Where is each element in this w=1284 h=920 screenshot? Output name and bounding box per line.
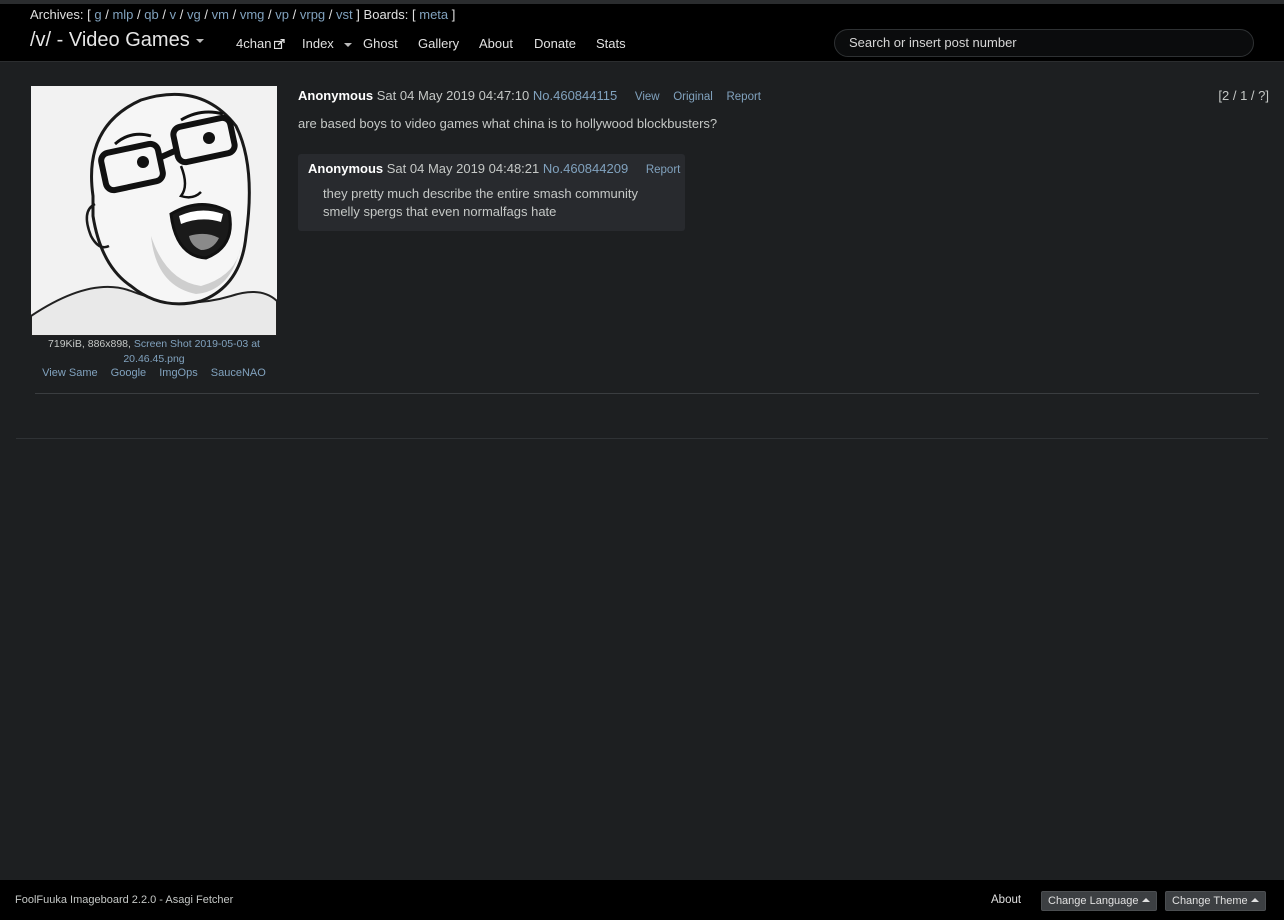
footer-credit: FoolFuuka Imageboard 2.2.0 - Asagi Fetch…	[15, 894, 234, 906]
chevron-down-icon	[195, 38, 204, 43]
archive-link-mlp[interactable]: mlp	[112, 7, 133, 22]
soyjak-face-image	[31, 86, 277, 336]
file-name-link[interactable]: Screen Shot 2019-05-03 at 20.46.45.png	[123, 338, 260, 365]
change-theme-button[interactable]: Change Theme	[1165, 891, 1266, 911]
file-info: 719KiB, 886x898, Screen Shot 2019-05-03 …	[31, 337, 277, 367]
footer-about-link[interactable]: About	[991, 894, 1021, 906]
nav-stats[interactable]: Stats	[596, 36, 626, 51]
chevron-up-icon	[1250, 898, 1259, 903]
board-title-dropdown[interactable]: /v/ - Video Games	[30, 29, 204, 52]
thread-stats-counter: [2 / 1 / ?]	[1218, 88, 1269, 103]
op-post-date: Sat 04 May 2019 04:47:10	[376, 88, 530, 103]
nav-donate[interactable]: Donate	[534, 36, 576, 51]
archive-link-vmg[interactable]: vmg	[240, 7, 265, 22]
external-link-icon	[274, 39, 286, 49]
nav-index-label: Index	[302, 36, 334, 51]
op-post-header: Anonymous Sat 04 May 2019 04:47:10 No.46…	[298, 88, 761, 103]
reply-post-date: Sat 04 May 2019 04:48:21	[386, 161, 540, 176]
top-bar: Archives: [ g / mlp / qb / v / vg / vm /…	[0, 0, 1284, 62]
change-language-button[interactable]: Change Language	[1041, 891, 1157, 911]
chevron-down-icon	[343, 42, 352, 47]
reply-post-number[interactable]: No.460844209	[543, 161, 628, 176]
board-link-meta[interactable]: meta	[419, 7, 448, 22]
archive-link-vm[interactable]: vm	[212, 7, 229, 22]
nav-4chan-label: 4chan	[236, 36, 272, 51]
thread-divider	[35, 393, 1259, 394]
nav-index-dropdown[interactable]: Index	[302, 36, 352, 51]
nav-ghost[interactable]: Ghost	[363, 36, 398, 51]
op-report-link[interactable]: Report	[726, 91, 761, 103]
nav-about[interactable]: About	[479, 36, 513, 51]
op-poster-name: Anonymous	[298, 88, 374, 103]
file-actions: View Same Google ImgOps SauceNAO	[31, 367, 277, 379]
view-same-link[interactable]: View Same	[42, 367, 97, 379]
chevron-up-icon	[1141, 898, 1150, 903]
footer: FoolFuuka Imageboard 2.2.0 - Asagi Fetch…	[0, 880, 1284, 920]
google-link[interactable]: Google	[111, 367, 146, 379]
reply-post: Anonymous Sat 04 May 2019 04:48:21 No.46…	[298, 154, 685, 231]
archive-link-qb[interactable]: qb	[144, 7, 158, 22]
archive-link-vrpg[interactable]: vrpg	[300, 7, 325, 22]
op-post-text: are based boys to video games what china…	[298, 116, 718, 131]
boards-label: Boards:	[363, 7, 409, 22]
board-title: /v/ - Video Games	[30, 29, 190, 51]
change-theme-label: Change Theme	[1172, 895, 1248, 907]
search-input[interactable]: Search or insert post number	[834, 29, 1254, 57]
reply-text: they pretty much describe the entire sma…	[323, 185, 638, 221]
archives-label: Archives:	[30, 7, 84, 22]
reply-header: Anonymous Sat 04 May 2019 04:48:21 No.46…	[308, 161, 680, 176]
search-placeholder: Search or insert post number	[849, 35, 1017, 50]
file-meta: 719KiB, 886x898,	[48, 338, 131, 350]
reply-text-line-2: smelly spergs that even normalfags hate	[323, 204, 557, 219]
change-language-label: Change Language	[1048, 895, 1139, 907]
archive-link-vg[interactable]: vg	[187, 7, 201, 22]
nav-gallery[interactable]: Gallery	[418, 36, 459, 51]
archive-link-vp[interactable]: vp	[275, 7, 289, 22]
archive-link-g[interactable]: g	[94, 7, 101, 22]
nav-4chan[interactable]: 4chan	[236, 36, 286, 51]
page-divider	[16, 438, 1268, 439]
reply-report-link[interactable]: Report	[646, 164, 681, 176]
post-thumbnail[interactable]	[31, 86, 277, 336]
op-original-link[interactable]: Original	[673, 91, 713, 103]
archives-bar: Archives: [ g / mlp / qb / v / vg / vm /…	[30, 7, 456, 22]
archive-link-vst[interactable]: vst	[336, 7, 353, 22]
imgops-link[interactable]: ImgOps	[159, 367, 198, 379]
reply-poster-name: Anonymous	[308, 161, 384, 176]
saucenao-link[interactable]: SauceNAO	[211, 367, 266, 379]
op-post-number[interactable]: No.460844115	[533, 88, 617, 103]
op-view-link[interactable]: View	[635, 91, 660, 103]
reply-text-line-1: they pretty much describe the entire sma…	[323, 186, 639, 201]
archive-link-v[interactable]: v	[170, 7, 177, 22]
